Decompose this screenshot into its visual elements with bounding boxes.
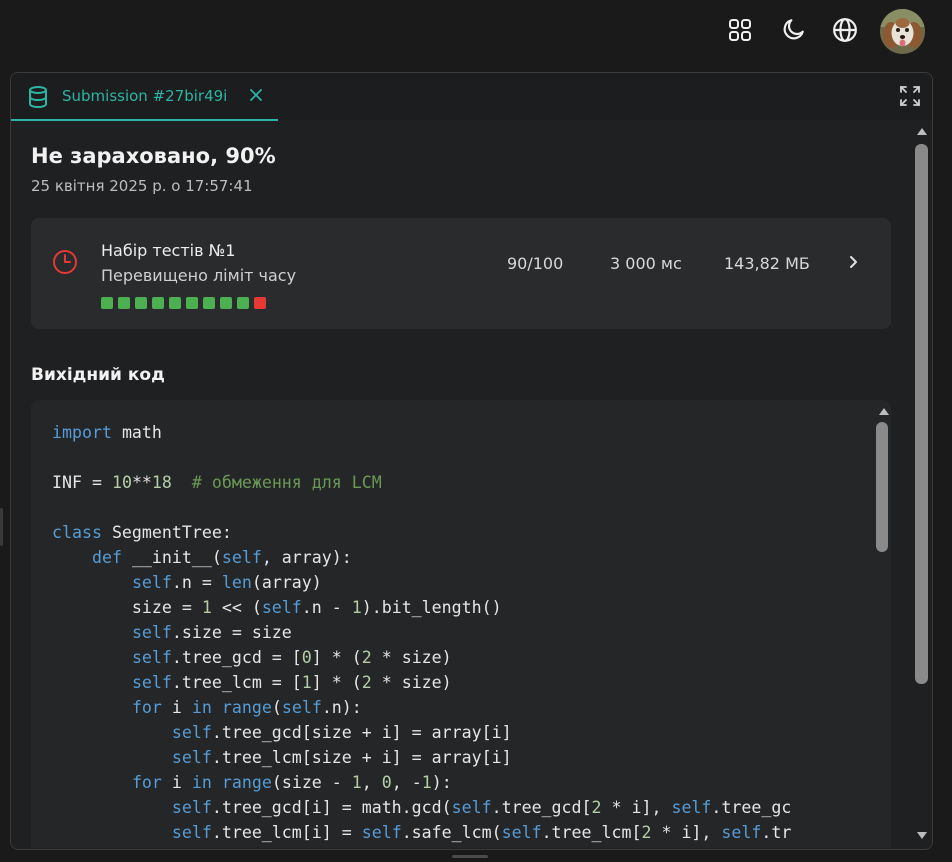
top-bar (0, 0, 952, 62)
code-line: self.tree_lcm[size + i] = array[i] (171, 748, 512, 767)
tab-bar: Submission #27bir49i (11, 73, 932, 121)
submission-date: 25 квітня 2025 р. о 17:57:41 (31, 177, 253, 195)
test-result-4 (152, 297, 164, 309)
test-result-6 (186, 297, 198, 309)
panel-scrollbar[interactable] (911, 120, 932, 848)
code-viewer[interactable]: import math INF = 10**18 # обмеження для … (31, 400, 891, 848)
apps-grid-icon[interactable] (727, 17, 753, 43)
code-line: size = 1 << (self.n - 1).bit_length() (52, 598, 502, 617)
moon-icon[interactable] (780, 17, 806, 43)
clock-icon (52, 249, 78, 279)
test-result-5 (169, 297, 181, 309)
globe-icon[interactable] (832, 17, 858, 43)
panel-scroll-thumb[interactable] (915, 144, 928, 684)
code-line: def __init__(self, array): (91, 548, 352, 567)
code-line: import math (52, 423, 162, 442)
source-code: import math INF = 10**18 # обмеження для … (52, 420, 791, 845)
scroll-down-icon[interactable] (911, 828, 932, 842)
scroll-up-icon[interactable] (873, 404, 891, 418)
code-line: self.tree_lcm = [1] * (2 * size) (131, 673, 452, 692)
fullscreen-icon[interactable] (899, 85, 921, 107)
code-scrollbar[interactable] (873, 400, 891, 848)
code-scroll-thumb[interactable] (876, 422, 888, 552)
test-result-8 (220, 297, 232, 309)
testset-verdict: Перевищено ліміт часу (101, 266, 297, 285)
test-result-10 (254, 297, 266, 309)
code-line: self.tree_lcm[i] = self.safe_lcm(self.tr… (171, 823, 792, 842)
test-result-2 (118, 297, 130, 309)
test-result-7 (203, 297, 215, 309)
testset-score: 90/100 (507, 254, 564, 273)
code-line: for i in range(self.n): (131, 698, 362, 717)
testset-name: Набір тестів №1 (101, 241, 236, 260)
avatar[interactable] (880, 9, 925, 54)
bottom-resize-handle[interactable] (452, 855, 488, 858)
source-heading: Вихідний код (31, 365, 165, 385)
tab-title: Submission #27bir49i (62, 87, 228, 105)
scroll-up-icon[interactable] (911, 124, 932, 138)
testset-memory: 143,82 МБ (724, 254, 810, 273)
test-result-1 (101, 297, 113, 309)
test-result-9 (237, 297, 249, 309)
left-resize-handle[interactable] (0, 508, 3, 546)
code-line: self.tree_gcd = [0] * (2 * size) (131, 648, 452, 667)
test-results (101, 297, 266, 309)
test-result-3 (135, 297, 147, 309)
code-line: INF = 10**18 # обмеження для LCM (52, 473, 382, 492)
code-line: self.size = size (131, 623, 292, 642)
submission-panel: Submission #27bir49i Не зараховано, 90% … (10, 72, 933, 850)
panel-content: Не зараховано, 90% 25 квітня 2025 р. о 1… (11, 120, 911, 848)
code-line: self.n = len(array) (131, 573, 322, 592)
testset-time: 3 000 мс (610, 254, 682, 273)
code-line: self.tree_gcd[size + i] = array[i] (171, 723, 512, 742)
chevron-right-icon (845, 254, 861, 274)
testset-card[interactable]: Набір тестів №1 Перевищено ліміт часу 90… (31, 218, 891, 329)
tab-submission[interactable]: Submission #27bir49i (11, 73, 278, 121)
code-line: class SegmentTree: (52, 523, 232, 542)
close-icon[interactable] (247, 86, 265, 104)
submission-status: Не зараховано, 90% (31, 144, 276, 168)
code-line: self.tree_gcd[i] = math.gcd(self.tree_gc… (171, 798, 792, 817)
database-icon (27, 85, 49, 113)
code-line: for i in range(size - 1, 0, -1): (131, 773, 452, 792)
